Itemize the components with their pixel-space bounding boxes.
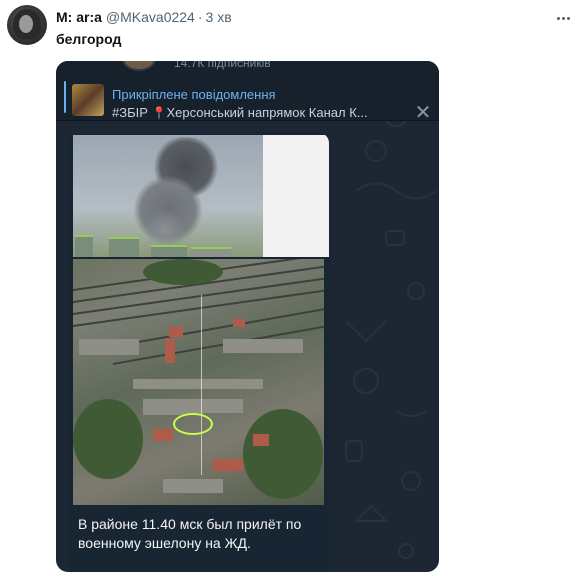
separator-dot: · (197, 9, 203, 25)
pinned-title: Прикріплене повідомлення (112, 87, 276, 102)
roof (169, 327, 183, 337)
roof (133, 379, 263, 389)
pinned-text: #ЗБІР 📍Херсонський напрямок Канал К... (112, 105, 412, 120)
marker-line (201, 295, 202, 475)
message-caption: В районе 11.40 мск был прилёт по военном… (78, 516, 302, 551)
pinned-accent-bar (64, 81, 66, 113)
smoke-photo (73, 135, 263, 257)
close-icon: ✕ (414, 102, 432, 124)
building (75, 235, 93, 257)
author-handle[interactable]: @MKava0224 (106, 9, 195, 25)
pinned-thumbnail (72, 84, 104, 116)
channel-header-strip: 14.7К підписників (56, 61, 439, 73)
building (109, 237, 139, 257)
more-dots-icon[interactable] (552, 8, 574, 28)
roof (165, 339, 175, 363)
avatar-face (19, 15, 33, 33)
avatar[interactable] (7, 5, 47, 45)
tweet: M: ar:a @MKava0224 · 3 хв белгород 14.7К… (0, 0, 578, 576)
message-bubble: В районе 11.40 мск был прилёт по военном… (68, 133, 329, 571)
building (151, 245, 187, 257)
roof (153, 429, 173, 441)
tweet-media-image[interactable]: 14.7К підписників Прикріплене повідомлен… (56, 61, 439, 572)
author-name[interactable]: M: ar:a (56, 9, 102, 25)
channel-avatar (122, 61, 156, 71)
roof (79, 339, 139, 355)
roof (163, 479, 223, 493)
roof (203, 399, 243, 413)
tweet-text: белгород (56, 31, 122, 47)
tree-cluster (143, 259, 223, 285)
tree-cluster (73, 399, 143, 479)
roof (233, 319, 245, 327)
roof (223, 339, 303, 353)
building (191, 247, 231, 257)
roof (253, 434, 269, 446)
pinned-hashtag: #ЗБІР (112, 105, 148, 120)
target-circle-marker (173, 413, 213, 435)
tweet-header: M: ar:a @MKava0224 · 3 хв (56, 9, 232, 27)
channel-subscribers: 14.7К підписників (174, 61, 271, 70)
smoke-plume (143, 210, 187, 250)
satellite-map-photo (73, 259, 324, 505)
pin-icon: 📍 (151, 106, 167, 120)
pinned-text-rest: Херсонський напрямок Канал К... (166, 105, 368, 120)
tweet-time[interactable]: 3 хв (206, 9, 232, 25)
pinned-message-bar: Прикріплене повідомлення #ЗБІР 📍Херсонсь… (56, 73, 439, 124)
tree-cluster (243, 409, 323, 499)
photo-blank-area (263, 135, 329, 257)
roof (213, 459, 243, 471)
